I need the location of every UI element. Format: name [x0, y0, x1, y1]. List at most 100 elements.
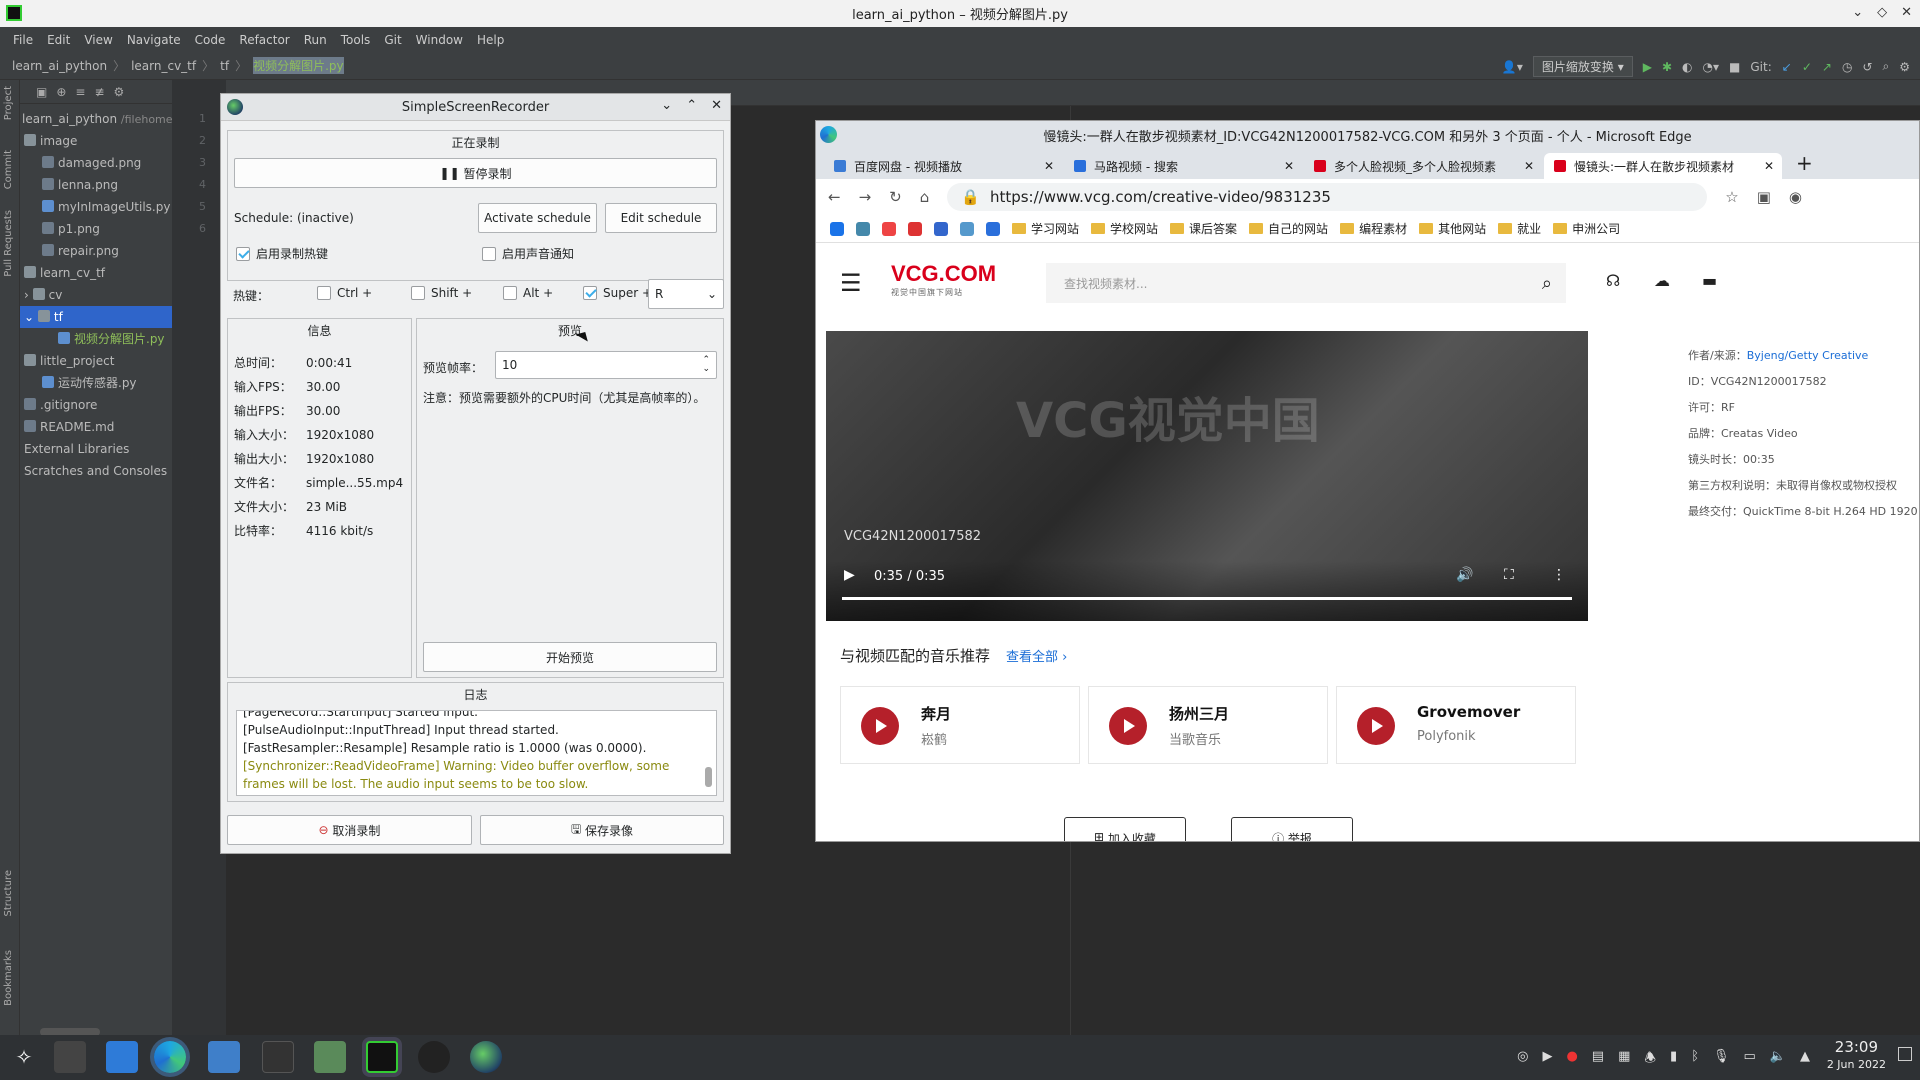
- preview-rate-spinbox[interactable]: 10 ⌃ ⌄: [495, 351, 717, 379]
- bluetooth-icon[interactable]: ᛒ: [1691, 1049, 1699, 1071]
- battery-icon[interactable]: ▮: [1670, 1049, 1677, 1071]
- maximize-icon[interactable]: ⌃: [686, 98, 697, 113]
- debug-icon[interactable]: ✱: [1662, 60, 1672, 74]
- gear-icon[interactable]: ⚙: [1899, 60, 1910, 74]
- report-button[interactable]: ⓘ 举报: [1231, 817, 1353, 841]
- run-config-select[interactable]: 图片缩放变换 ▾: [1532, 56, 1633, 77]
- tree-item[interactable]: learn_ai_python /filehome/: [20, 108, 176, 130]
- tree-item[interactable]: image: [20, 130, 172, 152]
- tree-item[interactable]: myInImageUtils.py: [20, 196, 172, 218]
- coverage-icon[interactable]: ◐: [1682, 60, 1692, 74]
- tree-item[interactable]: p1.png: [20, 218, 172, 240]
- discover-icon[interactable]: [106, 1041, 138, 1073]
- music-card[interactable]: 奔月 崧鹤: [840, 686, 1080, 764]
- clock[interactable]: 23:09 2 Jun 2022: [1827, 1039, 1886, 1073]
- terminal-icon[interactable]: [262, 1041, 294, 1073]
- notifications-icon[interactable]: 🕭: [1644, 1049, 1656, 1071]
- menu-refactor[interactable]: Refactor: [232, 33, 296, 47]
- vcg-logo[interactable]: VCG.COM 视觉中国旗下网站: [891, 261, 996, 298]
- bookmark-folder[interactable]: 自己的网站: [1249, 220, 1328, 237]
- video-player[interactable]: VCG视觉中国 VCG42N1200017582 ▶ 0:35 / 0:35 🔊…: [826, 331, 1588, 621]
- view-all-link[interactable]: 查看全部 ›: [1006, 650, 1067, 665]
- run-icon[interactable]: ▶: [1643, 60, 1652, 74]
- app-launcher-icon[interactable]: ✧: [8, 1041, 40, 1073]
- file-manager-icon[interactable]: [208, 1041, 240, 1073]
- system-settings-icon[interactable]: [54, 1041, 86, 1073]
- bookmark-folder[interactable]: 就业: [1498, 220, 1541, 237]
- menu-code[interactable]: Code: [188, 33, 233, 47]
- enable-sound-checkbox[interactable]: 启用声音通知: [482, 245, 574, 262]
- tree-item[interactable]: lenna.png: [20, 174, 172, 196]
- tray-expand-icon[interactable]: ▲: [1800, 1049, 1810, 1071]
- profile-icon[interactable]: ◉: [1789, 188, 1802, 206]
- back-icon[interactable]: ←: [828, 188, 841, 206]
- folder-icon[interactable]: ▬: [1702, 271, 1717, 290]
- search-icon[interactable]: ⌕: [1883, 59, 1890, 74]
- minimize-icon[interactable]: ⌄: [1852, 5, 1863, 20]
- user-icon[interactable]: 👤▾: [1502, 60, 1523, 74]
- history-icon[interactable]: ◷: [1842, 60, 1852, 74]
- new-tab-icon[interactable]: +: [1784, 151, 1825, 179]
- ssr-taskbar-icon[interactable]: [470, 1041, 502, 1073]
- menu-git[interactable]: Git: [377, 33, 408, 47]
- show-desktop-icon[interactable]: [1898, 1047, 1912, 1061]
- tree-item[interactable]: README.md: [20, 416, 172, 438]
- menu-file[interactable]: File: [6, 33, 40, 47]
- cancel-recording-button[interactable]: ⊖ 取消录制: [227, 815, 472, 845]
- network-manager-icon[interactable]: ◎: [1517, 1049, 1528, 1071]
- fullscreen-icon[interactable]: ⛶: [1504, 567, 1514, 583]
- start-preview-button[interactable]: 开始预览: [423, 642, 717, 672]
- browser-tab-active[interactable]: 慢镜头:一群人在散步视频素材 ✕: [1544, 153, 1782, 179]
- tree-item[interactable]: External Libraries: [20, 438, 172, 460]
- crumb-folder[interactable]: learn_cv_tf: [131, 59, 196, 73]
- tree-item[interactable]: 运动传感器.py: [20, 372, 172, 394]
- image-viewer-icon[interactable]: [314, 1041, 346, 1073]
- menu-navigate[interactable]: Navigate: [120, 33, 188, 47]
- mic-muted-icon[interactable]: 🎙: [1713, 1049, 1730, 1071]
- menu-tools[interactable]: Tools: [334, 33, 378, 47]
- enable-hotkey-checkbox[interactable]: 启用录制热键: [236, 245, 328, 262]
- settings-icon[interactable]: ⚙: [114, 85, 125, 99]
- commit-tool-tab[interactable]: Commit: [3, 150, 14, 189]
- pull-requests-tool-tab[interactable]: Pull Requests: [3, 210, 14, 277]
- video-progress-bar[interactable]: [842, 597, 1572, 600]
- play-icon[interactable]: ▶: [844, 567, 855, 583]
- pycharm-taskbar-icon[interactable]: [366, 1041, 398, 1073]
- menu-run[interactable]: Run: [297, 33, 334, 47]
- cloud-icon[interactable]: [856, 221, 870, 236]
- close-icon[interactable]: ✕: [1901, 5, 1912, 20]
- structure-tool-tab[interactable]: Structure: [3, 870, 14, 917]
- music-card[interactable]: Grovemover Polyfonik: [1336, 686, 1576, 764]
- edit-schedule-button[interactable]: Edit schedule: [605, 203, 717, 233]
- url-input[interactable]: 🔒 https://www.vcg.com/creative-video/9831…: [947, 183, 1708, 211]
- ctrl-checkbox[interactable]: Ctrl +: [317, 286, 372, 300]
- music-card[interactable]: 扬州三月 当歌音乐: [1088, 686, 1328, 764]
- input-method-icon[interactable]: ▦: [1618, 1049, 1630, 1071]
- more-options-icon[interactable]: ⋮: [1552, 567, 1566, 583]
- locate-icon[interactable]: ⊕: [56, 85, 66, 99]
- minimize-icon[interactable]: ⌄: [661, 98, 672, 113]
- tree-item[interactable]: .gitignore: [20, 394, 172, 416]
- pause-recording-button[interactable]: ❚❚ 暂停录制: [234, 158, 717, 188]
- extension-icon[interactable]: ▣: [1757, 188, 1771, 206]
- git-update-icon[interactable]: ↙: [1782, 60, 1792, 74]
- tree-item[interactable]: Scratches and Consoles: [20, 460, 172, 482]
- edge-taskbar-icon[interactable]: [154, 1041, 186, 1073]
- tree-item[interactable]: little_project: [20, 350, 172, 372]
- shift-checkbox[interactable]: Shift +: [411, 286, 472, 300]
- bookmark-folder[interactable]: 课后答案: [1170, 220, 1237, 237]
- site-search-input[interactable]: 查找视频素材... ⌕: [1046, 263, 1566, 303]
- hamburger-menu-icon[interactable]: ☰: [840, 269, 862, 297]
- clipboard-icon[interactable]: ▤: [1592, 1049, 1604, 1071]
- obs-icon[interactable]: [418, 1041, 450, 1073]
- bookmark-folder[interactable]: 编程素材: [1340, 220, 1407, 237]
- alt-checkbox[interactable]: Alt +: [503, 286, 553, 300]
- display-icon[interactable]: ▭: [1744, 1049, 1756, 1071]
- tree-item[interactable]: repair.png: [20, 240, 172, 262]
- close-tab-icon[interactable]: ✕: [1044, 159, 1054, 173]
- add-favorite-button[interactable]: ⊞ 加入收藏: [1064, 817, 1186, 841]
- git-push-icon[interactable]: ↗: [1822, 60, 1832, 74]
- forward-icon[interactable]: →: [859, 188, 872, 206]
- git-commit-icon[interactable]: ✓: [1802, 60, 1812, 74]
- tree-item[interactable]: damaged.png: [20, 152, 172, 174]
